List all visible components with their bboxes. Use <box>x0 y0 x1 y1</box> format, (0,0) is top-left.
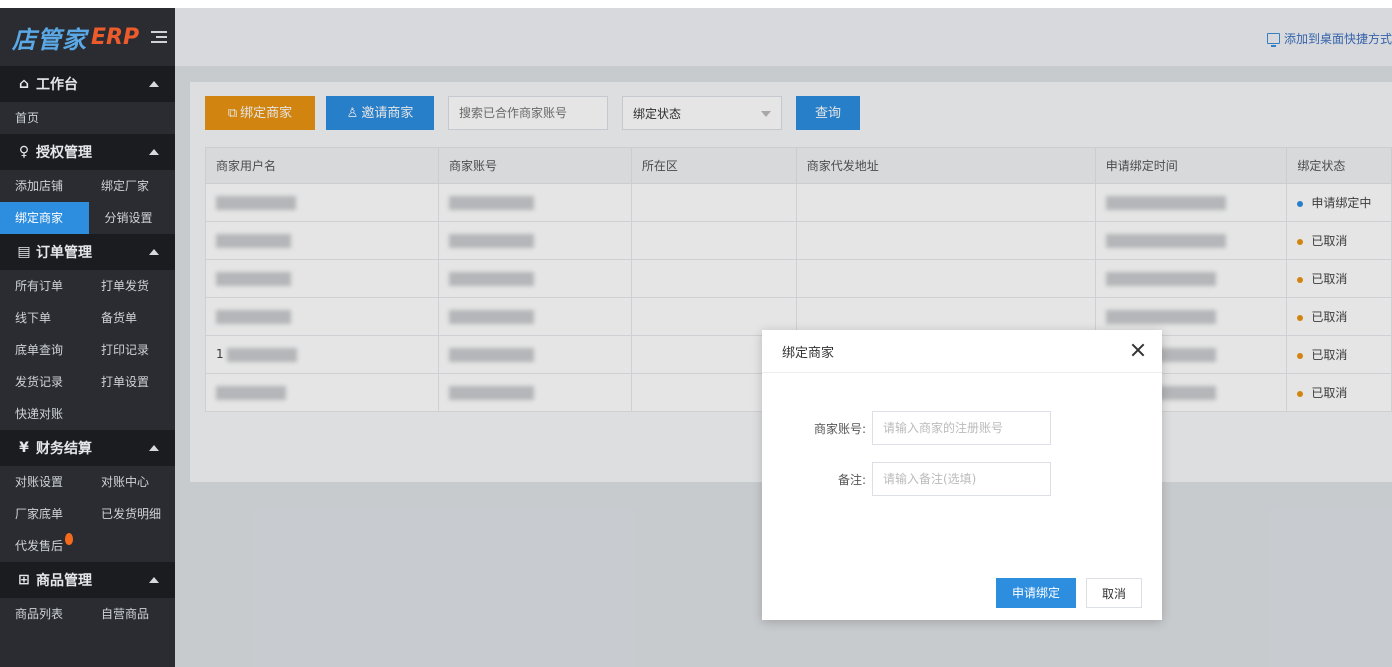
sidebar-item-all-orders[interactable]: 所有订单 <box>0 270 86 302</box>
brand-erp: ERP <box>91 24 140 50</box>
remark-input[interactable] <box>872 462 1051 496</box>
sidebar-item-reconcile-center[interactable]: 对账中心 <box>86 466 172 498</box>
yuan-icon: ¥ <box>19 440 29 456</box>
sidebar-item-print-settings[interactable]: 打单设置 <box>86 366 172 398</box>
modal-title: 绑定商家 <box>782 345 835 361</box>
sidebar-item-receipt-query[interactable]: 底单查询 <box>0 334 86 366</box>
sidebar-item-factory-receipt[interactable]: 厂家底单 <box>0 498 86 530</box>
caret-up-icon <box>149 249 159 255</box>
caret-up-icon <box>149 445 159 451</box>
remark-field-row: 备注: <box>762 462 1162 496</box>
section-workbench[interactable]: ⌂ 工作台 <box>0 66 175 102</box>
sidebar-item-bind-factory[interactable]: 绑定厂家 <box>86 170 172 202</box>
fire-icon <box>65 533 74 545</box>
sidebar-item-express-reconcile[interactable]: 快递对账 <box>0 398 86 430</box>
section-title: 工作台 <box>36 77 78 93</box>
remark-label: 备注: <box>837 472 866 487</box>
cancel-button[interactable]: 取消 <box>1086 578 1142 608</box>
section-auth[interactable]: ♀ 授权管理 <box>0 134 175 170</box>
sidebar: 店管家 ERP ⌂ 工作台 首页 ♀ 授权管理 添加店铺 绑定厂家 绑定商家 分… <box>0 8 175 667</box>
caret-up-icon <box>149 149 159 155</box>
brand-name: 店管家 <box>12 25 87 54</box>
section-title: 财务结算 <box>36 441 92 457</box>
user-icon: ♀ <box>18 144 30 160</box>
modal-header: 绑定商家 <box>762 330 1162 373</box>
section-finance[interactable]: ¥ 财务结算 <box>0 430 175 466</box>
logo: 店管家 ERP <box>0 8 175 66</box>
menu-toggle-icon[interactable] <box>151 30 168 44</box>
home-icon: ⌂ <box>18 76 30 92</box>
caret-up-icon <box>149 81 159 87</box>
sidebar-item-bind-merchant[interactable]: 绑定商家 <box>0 202 90 234</box>
sidebar-item-shipped-details[interactable]: 已发货明细 <box>86 498 172 530</box>
account-label: 商家账号: <box>813 421 866 436</box>
sidebar-item-after-sales[interactable]: 代发售后 <box>0 530 86 562</box>
sidebar-item-print-records[interactable]: 打印记录 <box>86 334 172 366</box>
section-title: 授权管理 <box>36 145 92 161</box>
section-title: 商品管理 <box>36 573 92 589</box>
account-field-row: 商家账号: <box>762 411 1162 445</box>
section-title: 订单管理 <box>36 245 92 261</box>
sidebar-item-distribution-settings[interactable]: 分销设置 <box>89 202 175 234</box>
order-icon: ▤ <box>17 244 31 260</box>
top-strip <box>0 0 1392 8</box>
merchant-account-input[interactable] <box>872 411 1051 445</box>
sidebar-item-label: 代发售后 <box>15 539 64 553</box>
bind-merchant-modal: 绑定商家 商家账号: 备注: 申请绑定 取消 <box>762 330 1162 620</box>
sidebar-item-print-ship[interactable]: 打单发货 <box>86 270 172 302</box>
sidebar-item-own-products[interactable]: 自营商品 <box>86 598 172 630</box>
sidebar-item-ship-records[interactable]: 发货记录 <box>0 366 86 398</box>
apply-bind-button[interactable]: 申请绑定 <box>996 578 1076 608</box>
sidebar-item-offline-order[interactable]: 线下单 <box>0 302 86 334</box>
sidebar-item-product-list[interactable]: 商品列表 <box>0 598 86 630</box>
section-products[interactable]: ⊞ 商品管理 <box>0 562 175 598</box>
sidebar-item-reconcile-settings[interactable]: 对账设置 <box>0 466 86 498</box>
sidebar-item-stock-order[interactable]: 备货单 <box>86 302 172 334</box>
caret-up-icon <box>149 577 159 583</box>
close-icon[interactable] <box>1130 342 1146 358</box>
grid-icon: ⊞ <box>18 572 30 588</box>
section-orders[interactable]: ▤ 订单管理 <box>0 234 175 270</box>
sidebar-item-add-shop[interactable]: 添加店铺 <box>0 170 86 202</box>
sidebar-item-home[interactable]: 首页 <box>0 102 86 134</box>
